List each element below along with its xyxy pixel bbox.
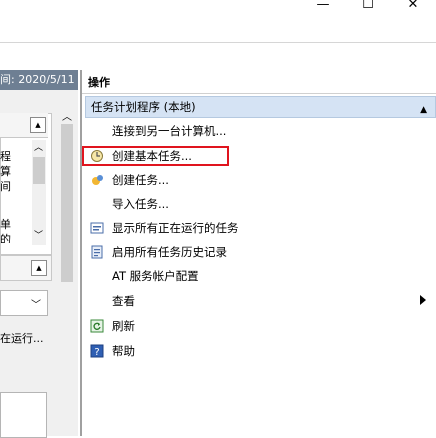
history-icon: [90, 245, 104, 259]
maximize-button[interactable]: ☐: [345, 0, 391, 14]
outer-scrollbar-thumb[interactable]: [61, 124, 73, 282]
svg-text:?: ?: [94, 347, 99, 358]
status-text: 在运行...: [0, 332, 44, 345]
action-label: 显示所有正在运行的任务: [112, 221, 239, 235]
list-item: 程: [0, 150, 11, 163]
list-item: 单: [0, 218, 11, 231]
running-tasks-icon: [90, 221, 104, 235]
close-button[interactable]: ✕: [390, 0, 436, 14]
minimize-button[interactable]: —: [300, 0, 346, 14]
collapse-button-2[interactable]: ▲: [31, 260, 47, 276]
left-pane-header: 间: 2020/5/11: [0, 70, 78, 90]
action-label: 创建任务...: [112, 173, 169, 187]
description-textarea[interactable]: [0, 392, 47, 438]
help-icon: ?: [90, 344, 104, 358]
list-item: 算: [0, 165, 11, 178]
outer-scroll-up-icon[interactable]: ︿: [62, 108, 72, 123]
collapse-icon: ▲: [36, 264, 42, 272]
scroll-down-icon[interactable]: ﹀: [34, 228, 43, 241]
actions-pane-title: 操作: [82, 72, 436, 94]
highlight-box: [82, 146, 229, 166]
action-label: 帮助: [112, 344, 135, 358]
action-at-service-account[interactable]: AT 服务帐户配置: [112, 266, 199, 286]
action-label: 查看: [112, 294, 135, 308]
scroll-up-icon[interactable]: ︿: [34, 140, 43, 153]
close-icon: ✕: [407, 0, 419, 12]
action-label: AT 服务帐户配置: [112, 269, 199, 283]
section-header-task-scheduler[interactable]: 任务计划程序 (本地) ▲: [85, 96, 436, 118]
action-view[interactable]: 查看: [112, 291, 135, 311]
refresh-icon: [90, 319, 104, 333]
minimize-icon: —: [316, 0, 330, 12]
action-refresh[interactable]: 刷新: [112, 316, 135, 336]
details-panel-header[interactable]: ▲: [0, 255, 52, 281]
collapse-button[interactable]: ▲: [30, 117, 46, 133]
action-create-task[interactable]: 创建任务...: [112, 170, 169, 190]
list-item: 间: [0, 180, 11, 193]
collapse-icon: ▲: [35, 121, 41, 129]
action-show-running-tasks[interactable]: 显示所有正在运行的任务: [112, 218, 239, 238]
list-item: 的: [0, 233, 11, 243]
action-connect-computer[interactable]: 连接到另一台计算机...: [112, 121, 226, 141]
action-label: 启用所有任务历史记录: [112, 245, 227, 259]
maximize-icon: ☐: [362, 0, 374, 12]
submenu-arrow-icon: [420, 295, 426, 305]
action-label: 刷新: [112, 319, 135, 333]
window-title-bar: — ☐ ✕: [0, 0, 436, 43]
action-help[interactable]: 帮助: [112, 341, 135, 361]
section-title: 任务计划程序 (本地): [91, 100, 196, 114]
inner-scrollbar-thumb[interactable]: [33, 157, 45, 184]
create-task-icon: [90, 173, 104, 187]
action-label: 导入任务...: [112, 197, 169, 211]
summary-panel-header[interactable]: ▲: [0, 113, 48, 138]
action-import-task[interactable]: 导入任务...: [112, 194, 169, 214]
action-label: 连接到另一台计算机...: [112, 124, 227, 138]
filter-dropdown[interactable]: ﹀: [0, 290, 48, 316]
left-header-text: 间: 2020/5/11: [0, 73, 75, 86]
chevron-down-icon: ﹀: [31, 300, 41, 311]
action-enable-history[interactable]: 启用所有任务历史记录: [112, 242, 227, 262]
collapse-arrow-icon[interactable]: ▲: [420, 100, 427, 120]
